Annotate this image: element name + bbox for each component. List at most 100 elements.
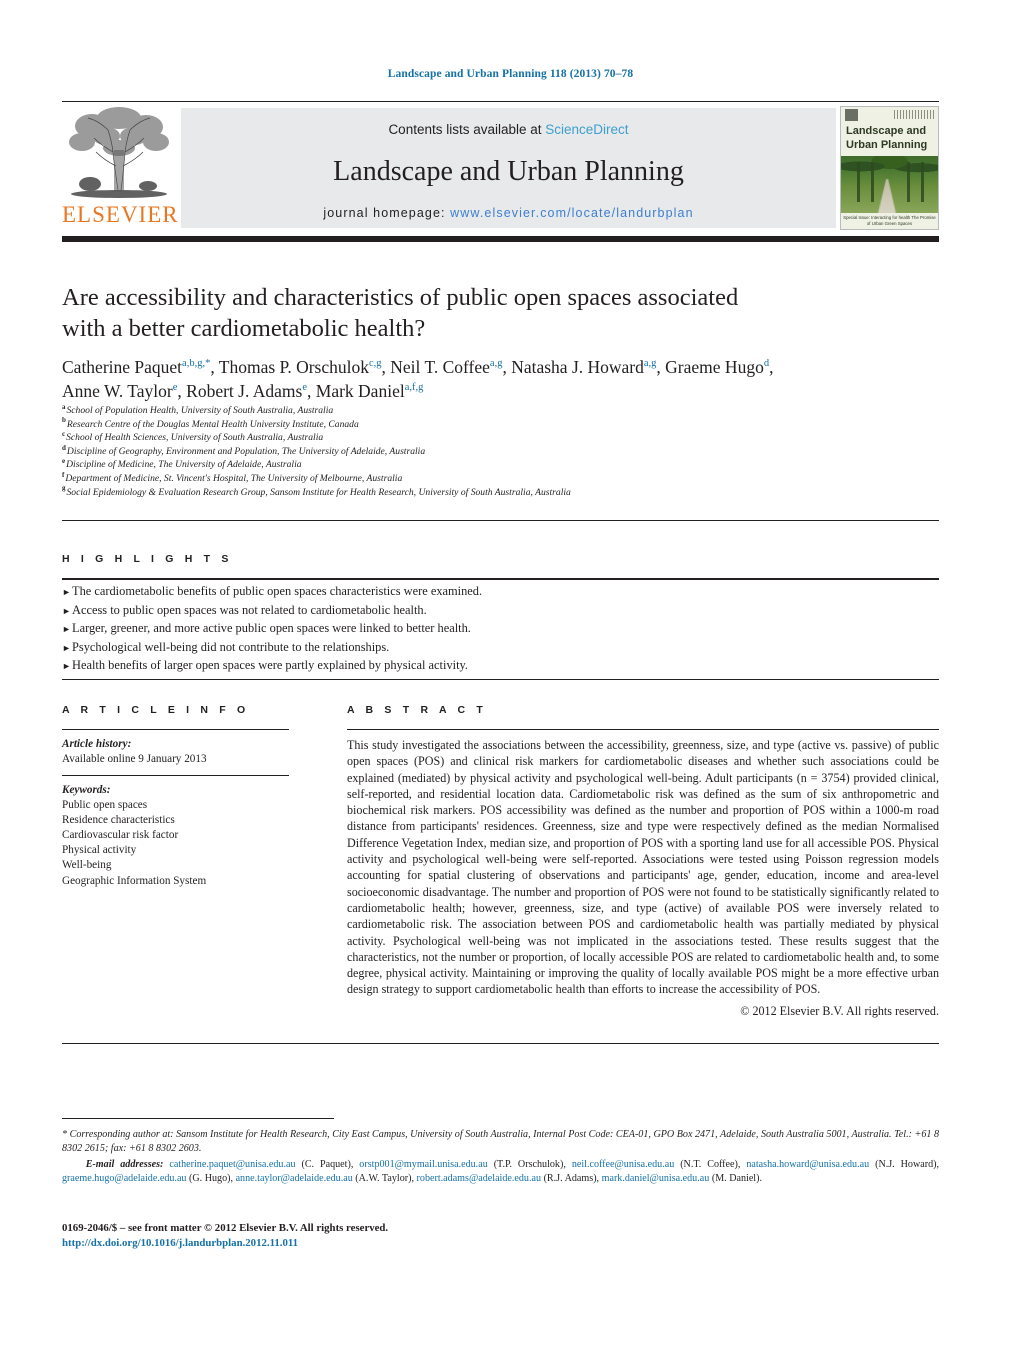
affiliation-mark: c (62, 430, 66, 438)
author-name: Catherine Paquet (62, 357, 183, 377)
sciencedirect-link[interactable]: ScienceDirect (545, 122, 628, 137)
affiliation-item: eDiscipline of Medicine, The University … (62, 458, 942, 472)
highlight-text: Psychological well-being did not contrib… (72, 639, 390, 654)
masthead-thick-rule (62, 236, 939, 242)
highlights-heading: H I G H L I G H T S (62, 553, 233, 565)
email-link[interactable]: graeme.hugo@adelaide.edu.au (62, 1173, 186, 1184)
contents-line: Contents lists available at ScienceDirec… (181, 122, 836, 137)
affiliation-item: gSocial Epidemiology & Evaluation Resear… (62, 484, 942, 500)
email-link[interactable]: natasha.howard@unisa.edu.au (746, 1159, 869, 1170)
highlight-text: Larger, greener, and more active public … (72, 621, 471, 635)
keyword-item: Well-being (62, 859, 112, 872)
author[interactable]: Thomas P. Orschulokc,g (219, 357, 382, 377)
author-affiliation-marks: a,g (489, 358, 503, 370)
author[interactable]: Robert J. Adamse (186, 381, 307, 401)
email-person: (A.W. Taylor), (355, 1172, 415, 1184)
author-affiliation-marks: a,b,g,* (182, 358, 211, 370)
cover-trunk-icon (857, 162, 860, 202)
email-addresses-label: E-mail addresses: (85, 1158, 164, 1170)
triangle-bullet-icon: ► (62, 624, 71, 634)
affiliation-text: School of Health Sciences, University of… (66, 432, 324, 444)
triangle-bullet-icon: ► (62, 587, 71, 597)
keyword-item: Geographic Information System (62, 874, 207, 887)
cover-title-line-2: Urban Planning (846, 139, 928, 151)
article-info-heading: A R T I C L E I N F O (62, 704, 250, 716)
corresponding-author-note: * Corresponding author at: Sansom Instit… (62, 1129, 939, 1154)
author-name: Natasha J. Howard (511, 357, 644, 377)
abstract-bottom-rule (62, 1043, 939, 1044)
affiliation-mark: g (62, 484, 66, 493)
author[interactable]: Catherine Paqueta,b,g,* (62, 357, 210, 377)
article-first-page: Landscape and Urban Planning 118 (2013) … (0, 0, 1021, 1351)
cover-photo (841, 156, 938, 213)
email-addresses-note: E-mail addresses: catherine.paquet@unisa… (62, 1158, 939, 1186)
affiliation-item: cSchool of Health Sciences, University o… (62, 431, 942, 445)
triangle-bullet-icon: ► (62, 661, 71, 671)
cover-trunk-icon (921, 162, 924, 202)
cover-title-line-1: Landscape and (846, 125, 927, 137)
article-history-value: Available online 9 January 2013 (62, 753, 207, 765)
article-history-label: Article history: (62, 738, 132, 750)
elsevier-tree-icon (69, 107, 169, 198)
journal-title: Landscape and Urban Planning (333, 156, 684, 187)
author-name: Neil T. Coffee (390, 357, 490, 377)
highlight-text: Health benefits of larger open spaces we… (72, 658, 469, 672)
author-name: Thomas P. Orschulok (218, 357, 369, 377)
homepage-url-link[interactable]: www.elsevier.com/locate/landurbplan (450, 206, 693, 220)
journal-banner: Contents lists available at ScienceDirec… (181, 108, 836, 228)
journal-masthead: ELSEVIER Contents lists available at Sci… (62, 104, 939, 232)
affiliation-item: dDiscipline of Geography, Environment an… (62, 444, 942, 459)
footnote-rule (62, 1118, 334, 1119)
abstract-text: This study investigated the associations… (347, 738, 939, 997)
list-item: ►The cardiometabolic benefits of public … (62, 583, 939, 602)
author-affiliation-marks: a,f,g (404, 382, 424, 394)
doi-link[interactable]: http://dx.doi.org/10.1016/j.landurbplan.… (62, 1236, 662, 1251)
keywords-label: Keywords: (62, 784, 111, 796)
email-link[interactable]: robert.adams@adelaide.edu.au (417, 1173, 541, 1184)
triangle-bullet-icon: ► (62, 605, 71, 616)
affiliation-list: aSchool of Population Health, University… (62, 403, 942, 500)
email-link[interactable]: catherine.paquet@unisa.edu.au (169, 1159, 295, 1170)
author[interactable]: Natasha J. Howarda,g (511, 357, 656, 377)
footnote-block: * Corresponding author at: Sansom Instit… (62, 1128, 939, 1186)
affiliation-mark: b (62, 416, 66, 425)
affiliation-item: bResearch Centre of the Douglas Mental H… (62, 416, 942, 432)
email-person: (T.P. Orschulok), (493, 1158, 566, 1170)
author[interactable]: Anne W. Taylore (62, 381, 177, 401)
keyword-item: Cardiovascular risk factor (62, 829, 179, 842)
email-person: (G. Hugo), (189, 1172, 234, 1184)
author-name: Graeme Hugo (665, 357, 764, 377)
author-affiliation-marks: e (302, 382, 308, 394)
cover-title: Landscape and Urban Planning (846, 124, 934, 152)
author[interactable]: Mark Daniela,f,g (316, 381, 424, 401)
affiliation-text: Discipline of Geography, Environment and… (66, 445, 426, 457)
article-info-top-rule (62, 729, 289, 731)
affiliation-item: fDepartment of Medicine, St. Vincent's H… (62, 471, 942, 486)
cover-header-strip (841, 107, 938, 123)
email-link[interactable]: anne.taylor@adelaide.edu.au (236, 1173, 353, 1184)
abstract-copyright: © 2012 Elsevier B.V. All rights reserved… (740, 1003, 939, 1018)
highlights-list: ►The cardiometabolic benefits of public … (62, 583, 939, 676)
article-info-divider-rule (62, 775, 289, 776)
cover-trunk-icon (907, 162, 910, 202)
journal-homepage-line: journal homepage: www.elsevier.com/locat… (181, 206, 836, 220)
email-link[interactable]: orstp001@mymail.unisa.edu.au (359, 1159, 487, 1170)
email-person: (N.T. Coffee), (680, 1158, 741, 1170)
cover-caption: Special Issue: Interacting for health Th… (843, 215, 936, 226)
email-link[interactable]: mark.daniel@unisa.edu.au (602, 1173, 710, 1184)
cover-elsevier-mark-icon (845, 109, 858, 121)
homepage-label: journal homepage: (323, 206, 451, 220)
author-affiliation-marks: c,g (368, 358, 382, 370)
highlights-top-rule (62, 578, 939, 580)
title-line-2: with a better cardiometabolic health? (62, 315, 426, 342)
author-affiliation-marks: d (763, 358, 770, 370)
list-item: ►Larger, greener, and more active public… (62, 620, 939, 639)
author[interactable]: Graeme Hugod (665, 357, 769, 377)
highlight-text: The cardiometabolic benefits of public o… (72, 584, 483, 598)
contents-prefix: Contents lists available at (388, 122, 546, 137)
author-name: Robert J. Adams (186, 381, 303, 401)
email-link[interactable]: neil.coffee@unisa.edu.au (572, 1159, 674, 1170)
abstract-block: This study investigated the associations… (347, 737, 939, 1019)
author[interactable]: Neil T. Coffeea,g (390, 357, 502, 377)
list-item: ►Access to public open spaces was not re… (62, 602, 939, 621)
